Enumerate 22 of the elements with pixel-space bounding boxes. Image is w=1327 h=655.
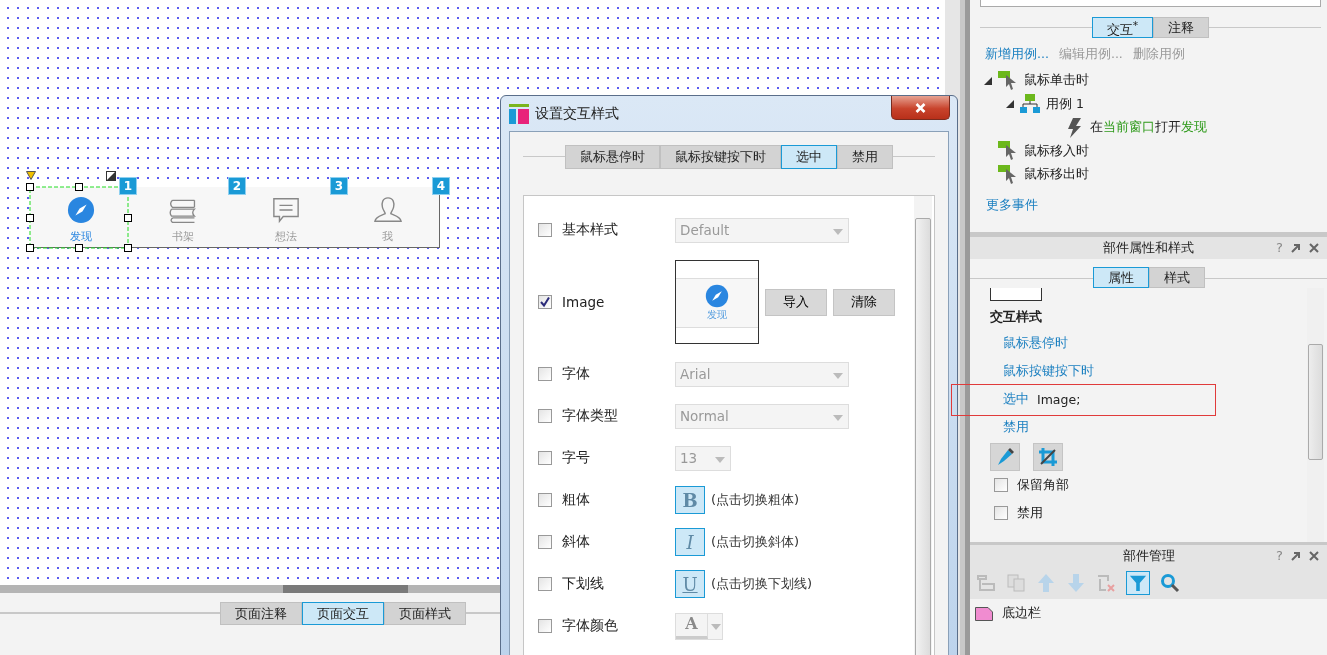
property-label: 基本样式 [561,221,619,239]
checkbox-label: 禁用 [1017,504,1043,522]
panel-title: 部件属性和样式 [1103,239,1194,257]
property-label: 斜体 [561,533,591,551]
dialog-title: 设置交互样式 [535,104,619,123]
footnote-badge: 1 [119,177,137,195]
property-label: 字体颜色 [561,617,619,635]
toggle-hint: (点击切换粗体) [711,491,800,509]
property-label: Image [561,294,606,310]
property-label: 字体 [561,365,591,383]
property-label: 字体类型 [561,407,619,425]
property-label: 粗体 [561,491,591,509]
toggle-hint: (点击切换斜体) [711,533,800,551]
preview-caption: 发现 [707,309,727,321]
style-value: Image; [1037,391,1081,407]
property-label: 字号 [561,449,591,467]
footnote-badge: 2 [228,177,246,195]
footnote-badge: 4 [432,177,450,195]
section-title: 交互样式 [990,309,1043,326]
panel-title: 部件管理 [1122,547,1175,565]
footnote-badge: 3 [330,177,348,195]
checkbox-label: 保留角部 [1017,476,1069,494]
